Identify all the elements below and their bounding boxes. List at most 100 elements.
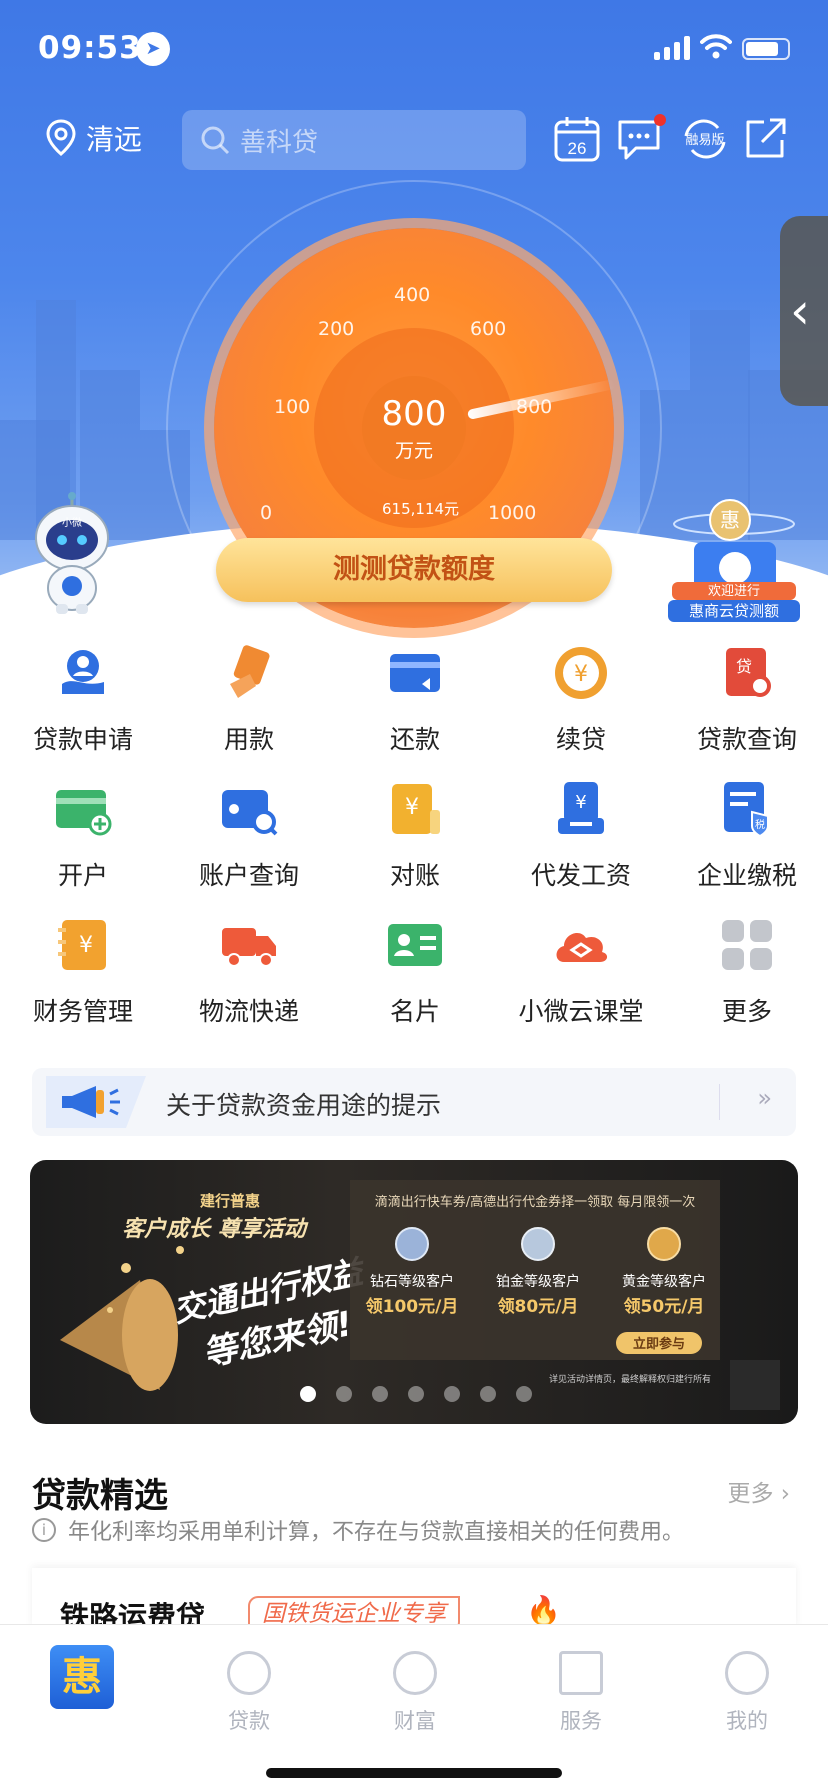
banner-pagination [300,1386,532,1402]
search-input[interactable]: 善科贷 [182,110,526,170]
banner-join-button: 立即参与 [633,1336,685,1352]
loan-product-card[interactable]: 铁路运费贷 国铁货运企业专享 🔥 [32,1568,796,1634]
tier-amount: 领50元/月 [624,1296,705,1317]
service-row: ¥ 财务管理 物流快递 名片 小微云课堂 更多 [0,916,828,1036]
info-icon: i [32,1518,56,1542]
megaphone-icon [46,1076,146,1128]
service-row: 贷款申请 用款 还款 ¥ 续贷 贷 贷款查询 [0,644,828,764]
tier-name: 铂金等级客户 [496,1273,580,1290]
use-funds-icon [230,645,270,698]
gauge-tick: 200 [318,318,355,340]
notice-arrow-icon: » [757,1084,772,1112]
profile-tab-icon [725,1651,769,1695]
service-label: 小微云课堂 [518,997,644,1026]
svg-text:¥: ¥ [575,792,586,813]
service-label: 用款 [223,725,274,754]
service-payroll[interactable]: ¥ 代发工资 [498,780,664,892]
service-repay[interactable]: 还款 [332,644,498,756]
service-more[interactable]: 更多 [664,916,828,1028]
robot-label: 小微 [62,516,82,529]
loans-more-link[interactable]: 更多 › [727,1474,790,1508]
service-cloud-class[interactable]: 小微云课堂 [498,916,664,1028]
side-drawer-tab[interactable]: ‹ [780,216,828,406]
account-query-icon [222,790,278,836]
svg-text:税: 税 [755,818,765,831]
notice-bar[interactable]: 关于贷款资金用途的提示 » [32,1068,796,1136]
tier-name: 黄金等级客户 [622,1273,706,1290]
messages-button[interactable] [616,114,666,164]
status-bar: 09:53 ➤ [0,0,828,100]
tax-icon: 税 [724,782,769,838]
service-open-account[interactable]: 开户 [0,780,166,892]
gauge-tick: 800 [516,396,553,418]
service-business-card[interactable]: 名片 [332,916,498,1028]
repay-card-icon [390,654,440,692]
calendar-button[interactable]: 26 [552,114,602,164]
truck-icon [222,928,276,967]
payroll-icon: ¥ [558,782,604,834]
service-label: 财务管理 [32,997,133,1026]
gauge-tick: 0 [260,502,273,524]
tab-profile[interactable]: 我的 [664,1625,828,1735]
banner-brand: 建行普惠 [200,1192,260,1210]
hui-home-icon: 惠 [50,1645,114,1709]
service-account-query[interactable]: 账户查询 [166,780,332,892]
service-loan-query[interactable]: 贷 贷款查询 [664,644,828,756]
service-renew-loan[interactable]: ¥ 续贷 [498,644,664,756]
location-arrow-icon: ➤ [136,32,170,66]
loan-query-icon: 贷 [726,648,771,697]
gauge-tick: 600 [470,318,507,340]
service-loan-apply[interactable]: 贷款申请 [0,644,166,756]
banner-art: 建行普惠 客户成长 尊享活动 交通出行权益 等您来领! 滴滴出行快车券/高德出行… [60,1180,780,1410]
renew-loan-icon: ¥ [555,647,607,699]
tier-amount: 领80元/月 [498,1296,579,1317]
service-finance[interactable]: ¥ 财务管理 [0,916,166,1028]
promo-badge[interactable]: 惠 欢迎进行 惠商云贷测额 [668,494,800,624]
location-selector[interactable]: 清远 [46,118,142,158]
service-label: 开户 [57,861,108,890]
loans-section-title: 贷款精选 [32,1476,168,1516]
promo-illustration: 惠 欢迎进行 惠商云贷测额 [668,499,800,622]
service-use-funds[interactable]: 用款 [166,644,332,756]
tab-service[interactable]: 服务 [498,1625,664,1735]
open-account-icon [56,790,112,836]
service-reconcile[interactable]: ¥ 对账 [332,780,498,892]
service-logistics[interactable]: 物流快递 [166,916,332,1028]
tab-wealth[interactable]: 财富 [332,1625,498,1735]
battery-icon [742,38,790,60]
home-indicator [266,1768,562,1778]
promo-line2: 惠商云贷测额 [689,602,779,620]
gauge-center: 800 万元 [362,376,466,480]
loans-note-text: 年化利率均采用单利计算，不存在与贷款直接相关的任何费用。 [68,1520,685,1545]
loan-apply-icon [62,650,104,694]
banner-fine-print: 详见活动详情页，最终解释权归建行所有 [549,1373,711,1385]
gauge-tick: 400 [394,284,431,306]
pagination-dot[interactable] [480,1386,496,1402]
tab-label: 贷款 [228,1709,270,1733]
pagination-dot[interactable] [300,1386,316,1402]
svg-text:¥: ¥ [574,662,588,687]
tab-label: 财富 [394,1709,436,1733]
easy-mode-button[interactable]: 融易版 [680,114,730,164]
calendar-icon: 26 [554,117,600,162]
robot-mascot[interactable]: 小微 [26,492,118,616]
check-loan-limit-button[interactable]: 测测贷款额度 [216,538,612,602]
share-button[interactable] [740,114,790,164]
finance-icon: ¥ [58,920,106,970]
pagination-dot[interactable] [336,1386,352,1402]
promo-banner[interactable]: 建行普惠 客户成长 尊享活动 交通出行权益 等您来领! 滴滴出行快车券/高德出行… [30,1160,798,1424]
location-label: 清远 [86,123,143,156]
banner-offer: 滴滴出行快车券/高德出行代金券择一领取 每月限领一次 [375,1194,696,1210]
calendar-day: 26 [568,139,587,158]
pagination-dot[interactable] [444,1386,460,1402]
service-tax[interactable]: 税 企业缴税 [664,780,828,892]
service-tab-icon [559,1651,603,1695]
loan-tab-icon [227,1651,271,1695]
pagination-dot[interactable] [372,1386,388,1402]
pagination-dot[interactable] [408,1386,424,1402]
more-label: 更多 [727,1481,774,1507]
service-row: 开户 账户查询 ¥ 对账 ¥ 代发工资 税 企业缴税 [0,780,828,900]
pagination-dot[interactable] [516,1386,532,1402]
service-label: 名片 [389,997,440,1026]
tab-loan[interactable]: 贷款 [166,1625,332,1735]
